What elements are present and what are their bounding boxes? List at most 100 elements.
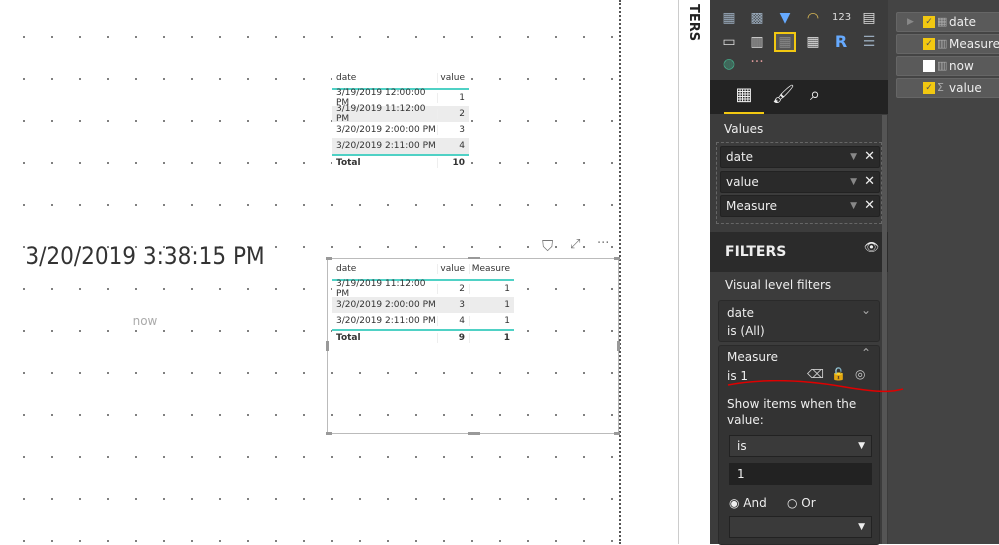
filter-icon[interactable]: ⛉	[542, 237, 553, 255]
filter-state: is (All)	[727, 324, 765, 338]
field-measure[interactable]: ✓ ▥ Measure	[896, 34, 999, 54]
cell: 1	[469, 284, 514, 294]
filter-card-date[interactable]: date is (All) ⌄	[718, 300, 880, 342]
multirow-card-icon[interactable]: ▤	[860, 10, 878, 26]
hide-icon[interactable]: ◎	[855, 367, 865, 381]
col-header-measure[interactable]: Measure	[469, 264, 514, 274]
cell: 3/20/2019 2:00:00 PM	[336, 300, 436, 310]
value-field-measure[interactable]: Measure ▼ ✕	[720, 195, 880, 217]
filter-field: Measure	[727, 350, 778, 364]
col-header-value[interactable]: value	[437, 73, 469, 83]
value-field-value[interactable]: value ▼ ✕	[720, 171, 880, 193]
or-radio[interactable]: ○ Or	[787, 496, 816, 510]
cell: 4	[437, 316, 469, 326]
r-visual-icon[interactable]: R	[832, 34, 850, 50]
card-icon[interactable]: 123	[832, 10, 851, 26]
card-label: now	[132, 314, 158, 328]
col-header-value[interactable]: value	[437, 264, 469, 274]
remove-icon[interactable]: ✕	[864, 147, 875, 167]
chevron-up-icon[interactable]: ⌃	[861, 346, 871, 360]
table-row: 3/20/2019 2:11:00 PM 4 1	[332, 313, 514, 329]
more-visuals-icon[interactable]: ···	[748, 54, 766, 70]
chevron-down-icon[interactable]: ▼	[850, 196, 857, 216]
filters-header: FILTERS 👁	[710, 232, 888, 272]
scrollbar[interactable]	[882, 115, 887, 544]
cell: 4	[437, 141, 469, 151]
chevron-down-icon[interactable]: ▼	[850, 172, 857, 192]
value-input[interactable]: 1	[729, 463, 872, 485]
expand-icon[interactable]: ▶	[907, 13, 914, 31]
funnel-icon[interactable]: ▼	[776, 10, 794, 26]
table-row: 3/20/2019 2:00:00 PM 3 1	[332, 297, 514, 313]
dropdown-arrow-icon: ▼	[858, 522, 865, 532]
filter-prompt: Show items when the value:	[727, 397, 857, 427]
and-radio[interactable]: ◉ And	[729, 496, 767, 510]
card-value[interactable]: 3/20/2019 3:38:15 PM	[20, 240, 270, 272]
field-label: date	[726, 150, 754, 164]
matrix-icon[interactable]: ▦	[804, 34, 822, 50]
table-visual-2[interactable]: date value Measure 3/19/2019 11:12:00 PM 2 1…	[332, 259, 514, 345]
slicer-icon[interactable]: ▥	[748, 34, 766, 50]
operator-value: is	[737, 439, 747, 453]
field-now[interactable]: ▥ now	[896, 56, 999, 76]
filter-field: date	[727, 306, 755, 320]
format-paint-roller-icon[interactable]: 🖌	[772, 84, 795, 105]
kpi-icon[interactable]: ▭	[720, 34, 738, 50]
cell: 1	[469, 316, 514, 326]
field-name: value	[949, 81, 982, 95]
checkbox-unchecked[interactable]	[923, 60, 935, 72]
operator-select[interactable]: is ▼	[729, 435, 872, 457]
map-icon[interactable]: ▦	[720, 10, 738, 26]
field-label: Measure	[726, 199, 777, 213]
field-name: date	[949, 15, 977, 29]
cell: 3/19/2019 11:12:00 PM	[336, 279, 426, 299]
checkbox-checked[interactable]: ✓	[923, 16, 935, 28]
focus-mode-icon[interactable]: ⤢	[570, 237, 580, 252]
table-visual-1[interactable]: date value 3/19/2019 12:00:00 PM 1 3/19/20…	[332, 68, 469, 170]
analytics-magnifier-icon[interactable]: ⌕	[810, 84, 820, 105]
field-date[interactable]: ▶ ✓ ▦ date	[896, 12, 999, 32]
key-influencers-icon[interactable]: ☰	[860, 34, 878, 50]
total-row: Total 10	[332, 154, 469, 170]
table-icon: ▦	[937, 15, 948, 28]
second-operator-select[interactable]: ▼	[729, 516, 872, 538]
field-name: Measure	[949, 37, 999, 51]
checkbox-checked[interactable]: ✓	[923, 82, 935, 94]
filled-map-icon[interactable]: ▩	[748, 10, 766, 26]
cell: 3	[437, 125, 469, 135]
cell: 2	[437, 109, 469, 119]
red-annotation-underline	[727, 380, 904, 393]
chevron-down-icon[interactable]: ▼	[850, 147, 857, 167]
fields-tab-icon[interactable]: ▦	[724, 84, 764, 114]
cell: Total	[336, 333, 361, 343]
filters-pane-collapsed-label[interactable]: TERS	[686, 4, 701, 41]
table-row: 3/19/2019 11:12:00 PM 2 1	[332, 279, 514, 299]
field-value[interactable]: ✓ Σvalue	[896, 78, 999, 98]
lock-icon[interactable]: 🔓	[831, 367, 846, 381]
sigma-icon: Σ	[937, 81, 944, 94]
value-text: 1	[737, 467, 745, 481]
remove-icon[interactable]: ✕	[864, 172, 875, 192]
checkbox-checked[interactable]: ✓	[923, 38, 935, 50]
total-row: Total 9 1	[332, 329, 514, 345]
gauge-icon[interactable]: ◠	[804, 10, 822, 26]
eye-icon[interactable]: 👁	[864, 240, 879, 254]
dropdown-arrow-icon: ▼	[858, 441, 865, 451]
cell: 3/20/2019 2:00:00 PM	[336, 125, 436, 135]
divider	[678, 0, 679, 544]
and-label: And	[743, 496, 767, 510]
col-header-date[interactable]: date	[332, 73, 437, 83]
chevron-down-icon[interactable]: ⌄	[861, 303, 871, 317]
table-row: 3/20/2019 2:00:00 PM 3	[332, 122, 469, 138]
globe-icon[interactable]: ◍	[720, 56, 738, 72]
filter-card-measure[interactable]: Measure ⌃ is 1 ⌫ 🔓 ◎ Show items when the…	[718, 345, 880, 545]
value-field-date[interactable]: date ▼ ✕	[720, 146, 880, 168]
col-header-date[interactable]: date	[332, 264, 437, 274]
cell: 2	[437, 284, 469, 294]
cell: 3	[437, 300, 469, 310]
remove-icon[interactable]: ✕	[864, 196, 875, 216]
cell: 1	[469, 333, 514, 343]
eraser-icon[interactable]: ⌫	[807, 367, 824, 381]
more-options-icon[interactable]: ···	[597, 236, 609, 251]
table-icon[interactable]: ▦	[774, 32, 796, 52]
